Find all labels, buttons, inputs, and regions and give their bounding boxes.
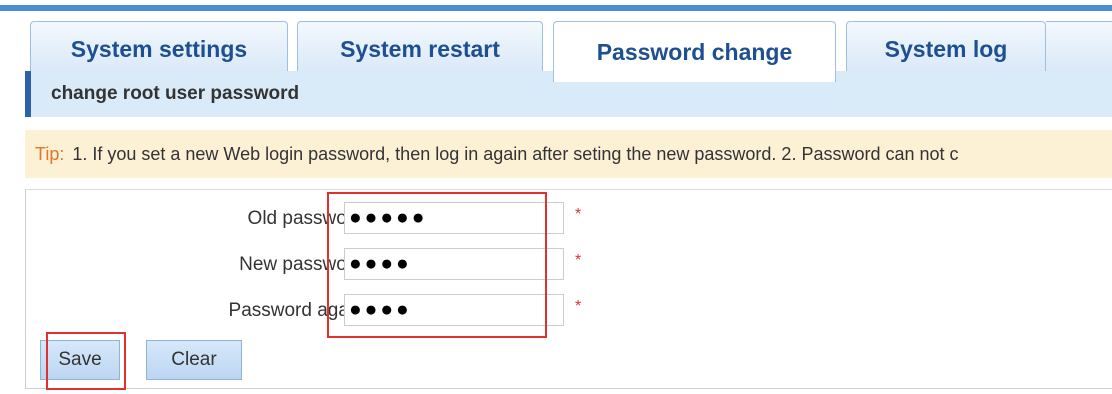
required-mark: * xyxy=(575,206,582,223)
tab-bar: System settings System restart Password … xyxy=(0,11,1112,82)
tab-system-settings[interactable]: System settings xyxy=(30,21,288,77)
tab-strip-edge xyxy=(1046,21,1112,77)
old-password-input[interactable] xyxy=(344,202,564,234)
tab-system-log[interactable]: System log xyxy=(846,21,1046,77)
required-mark: * xyxy=(575,252,582,269)
form-row-password-again: Password again: * xyxy=(26,292,1112,330)
new-password-input[interactable] xyxy=(344,248,564,280)
save-button[interactable]: Save xyxy=(40,340,120,380)
tip-banner: Tip: 1. If you set a new Web login passw… xyxy=(25,130,1112,178)
tip-text: 1. If you set a new Web login password, … xyxy=(72,143,959,164)
clear-button[interactable]: Clear xyxy=(146,340,242,380)
section-title: change root user password xyxy=(51,83,300,104)
password-again-input[interactable] xyxy=(344,294,564,326)
required-mark: * xyxy=(575,298,582,315)
form-row-new-password: New password: * xyxy=(26,246,1112,284)
tab-password-change[interactable]: Password change xyxy=(553,21,836,82)
tab-system-restart[interactable]: System restart xyxy=(297,21,543,77)
tip-label: Tip: xyxy=(35,143,65,164)
form-row-old-password: Old password: * xyxy=(26,200,1112,238)
